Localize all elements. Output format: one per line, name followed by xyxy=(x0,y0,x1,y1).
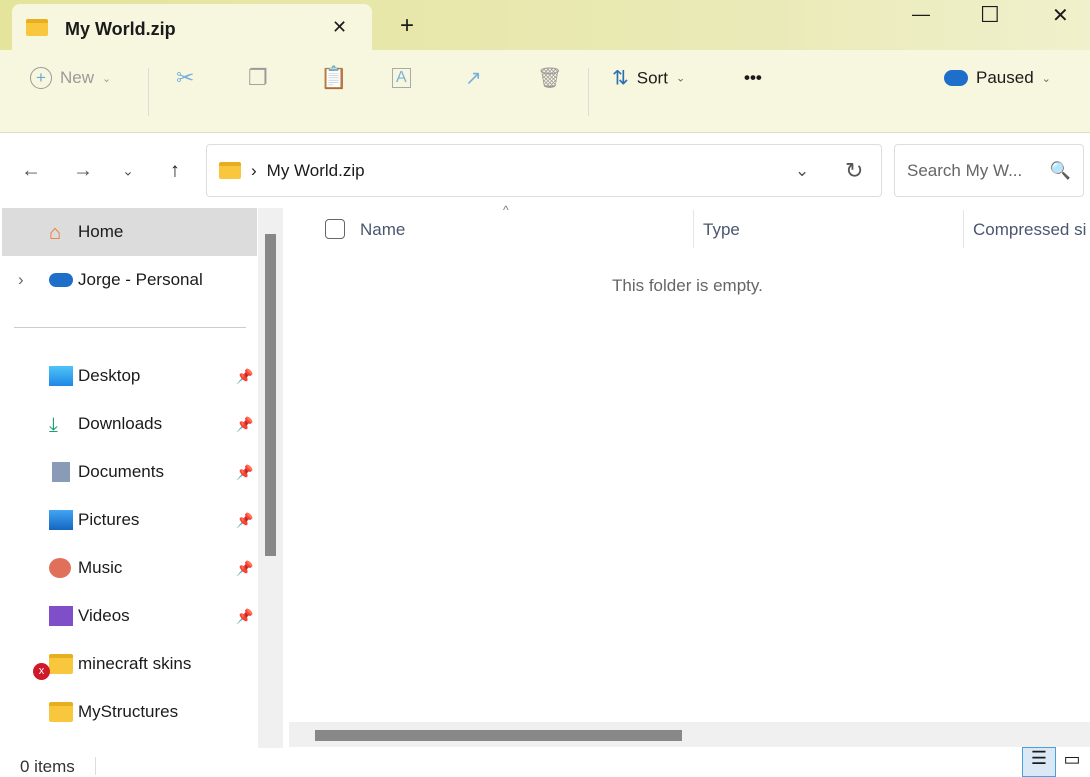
maximize-button[interactable]: ☐ xyxy=(980,2,1000,28)
sidebar-item-videos[interactable]: Videos 📌 xyxy=(0,593,257,639)
column-divider[interactable] xyxy=(963,210,964,248)
sidebar-label: MyStructures xyxy=(78,702,179,721)
sidebar-label: Pictures xyxy=(78,510,140,529)
onedrive-status-button[interactable]: Paused ⌄ xyxy=(944,68,1051,88)
recent-dropdown-button[interactable]: ⌄ xyxy=(122,163,134,180)
sort-ascending-icon: ^ xyxy=(503,203,509,217)
sidebar-label: Documents xyxy=(78,462,164,481)
music-icon xyxy=(49,558,71,578)
sidebar-label: minecraft skins xyxy=(78,654,192,673)
sidebar-label: Jorge - Personal xyxy=(78,270,203,289)
breadcrumb-my-world-zip[interactable]: My World.zip xyxy=(267,161,365,181)
up-button[interactable]: ↑ xyxy=(170,160,180,183)
sort-button[interactable]: ⇅ Sort ⌄ xyxy=(612,66,685,91)
sync-status: Paused xyxy=(976,68,1034,87)
copy-icon[interactable]: ❐ xyxy=(248,65,268,91)
address-bar[interactable]: › My World.zip ⌄ ↻ xyxy=(206,144,882,197)
cloud-paused-icon xyxy=(944,70,968,86)
pin-icon[interactable]: 📌 xyxy=(236,368,253,385)
sort-label: Sort xyxy=(636,68,668,87)
pin-icon[interactable]: 📌 xyxy=(236,608,253,625)
sidebar-item-pictures[interactable]: Pictures 📌 xyxy=(0,497,257,543)
forward-button[interactable]: → xyxy=(73,160,93,183)
divider xyxy=(148,68,149,116)
column-header-name[interactable]: Name xyxy=(360,220,405,240)
zip-folder-icon xyxy=(219,162,241,179)
sidebar-label: Music xyxy=(78,558,123,577)
tab-my-world-zip[interactable]: My World.zip ✕ xyxy=(12,4,372,51)
item-count: 0 items xyxy=(20,757,75,776)
pin-icon[interactable]: 📌 xyxy=(236,416,253,433)
folder-icon xyxy=(49,654,73,674)
plus-circle-icon: + xyxy=(30,67,52,89)
search-icon: 🔍 xyxy=(1049,160,1071,180)
close-window-button[interactable]: ✕ xyxy=(1052,3,1069,28)
new-button[interactable]: + New ⌄ xyxy=(30,67,111,89)
pin-icon[interactable]: 📌 xyxy=(236,512,253,529)
details-view-button[interactable]: ☰ xyxy=(1022,747,1056,777)
minimize-button[interactable]: — xyxy=(912,4,930,25)
videos-icon xyxy=(49,606,73,626)
rename-icon[interactable]: A xyxy=(392,68,411,88)
tiles-view-button[interactable]: ▭ xyxy=(1058,749,1086,777)
horizontal-scrollbar-thumb[interactable] xyxy=(315,730,682,741)
sidebar-label: Videos xyxy=(78,606,130,625)
search-box[interactable]: Search My W... 🔍 xyxy=(894,144,1084,197)
search-input[interactable]: Search My W... xyxy=(907,161,1022,181)
sort-icon: ⇅ xyxy=(612,67,629,90)
sidebar-item-home[interactable]: ⌂ Home xyxy=(0,209,257,255)
paste-icon[interactable]: 📋 xyxy=(320,65,347,91)
empty-folder-message: This folder is empty. xyxy=(612,276,763,295)
sidebar-label: Desktop xyxy=(78,366,141,385)
command-bar xyxy=(0,50,1090,133)
divider xyxy=(14,327,246,328)
sidebar-item-desktop[interactable]: Desktop 📌 xyxy=(0,353,257,399)
onedrive-icon xyxy=(49,273,73,287)
sidebar-item-onedrive[interactable]: › Jorge - Personal xyxy=(0,257,257,303)
select-all-checkbox[interactable] xyxy=(325,219,345,239)
column-header-compressed-size[interactable]: Compressed si xyxy=(973,220,1086,240)
delete-icon[interactable]: 🗑 xyxy=(537,66,562,91)
sidebar-item-downloads[interactable]: ⤓ Downloads 📌 xyxy=(0,401,257,447)
share-icon[interactable]: ↗ xyxy=(465,66,482,91)
tab-title: My World.zip xyxy=(65,19,176,39)
sync-error-icon: x xyxy=(33,663,50,680)
column-header-type[interactable]: Type xyxy=(703,220,740,240)
new-tab-button[interactable]: + xyxy=(400,12,414,40)
address-dropdown-icon[interactable]: ⌄ xyxy=(795,161,809,181)
sidebar-item-mystructures[interactable]: MyStructures xyxy=(0,689,257,735)
desktop-icon xyxy=(49,366,73,386)
sidebar-item-music[interactable]: Music 📌 xyxy=(0,545,257,591)
download-icon: ⤓ xyxy=(49,414,58,436)
home-icon: ⌂ xyxy=(49,222,62,244)
pin-icon[interactable]: 📌 xyxy=(236,560,253,577)
more-options-button[interactable]: ••• xyxy=(744,68,762,88)
sidebar-scrollbar-thumb[interactable] xyxy=(265,234,276,556)
sidebar-item-documents[interactable]: Documents 📌 xyxy=(0,449,257,495)
documents-icon xyxy=(52,462,70,482)
sidebar-item-minecraft-skins[interactable]: x minecraft skins xyxy=(0,641,257,687)
pin-icon[interactable]: 📌 xyxy=(236,464,253,481)
tab-close-icon[interactable]: ✕ xyxy=(332,17,347,38)
divider xyxy=(95,757,96,775)
zip-folder-icon xyxy=(26,19,48,36)
pictures-icon xyxy=(49,510,73,530)
folder-icon xyxy=(49,702,73,722)
new-label: New xyxy=(60,68,95,87)
column-divider[interactable] xyxy=(693,210,694,248)
refresh-icon[interactable]: ↻ xyxy=(845,158,863,184)
cut-icon[interactable]: ✂ xyxy=(176,65,194,91)
back-button[interactable]: ← xyxy=(21,160,41,183)
expand-chevron-icon[interactable]: › xyxy=(18,270,24,290)
divider xyxy=(588,68,589,116)
breadcrumb-separator: › xyxy=(251,160,257,180)
sidebar-label: Downloads xyxy=(78,414,163,433)
sidebar-label: Home xyxy=(78,222,124,241)
